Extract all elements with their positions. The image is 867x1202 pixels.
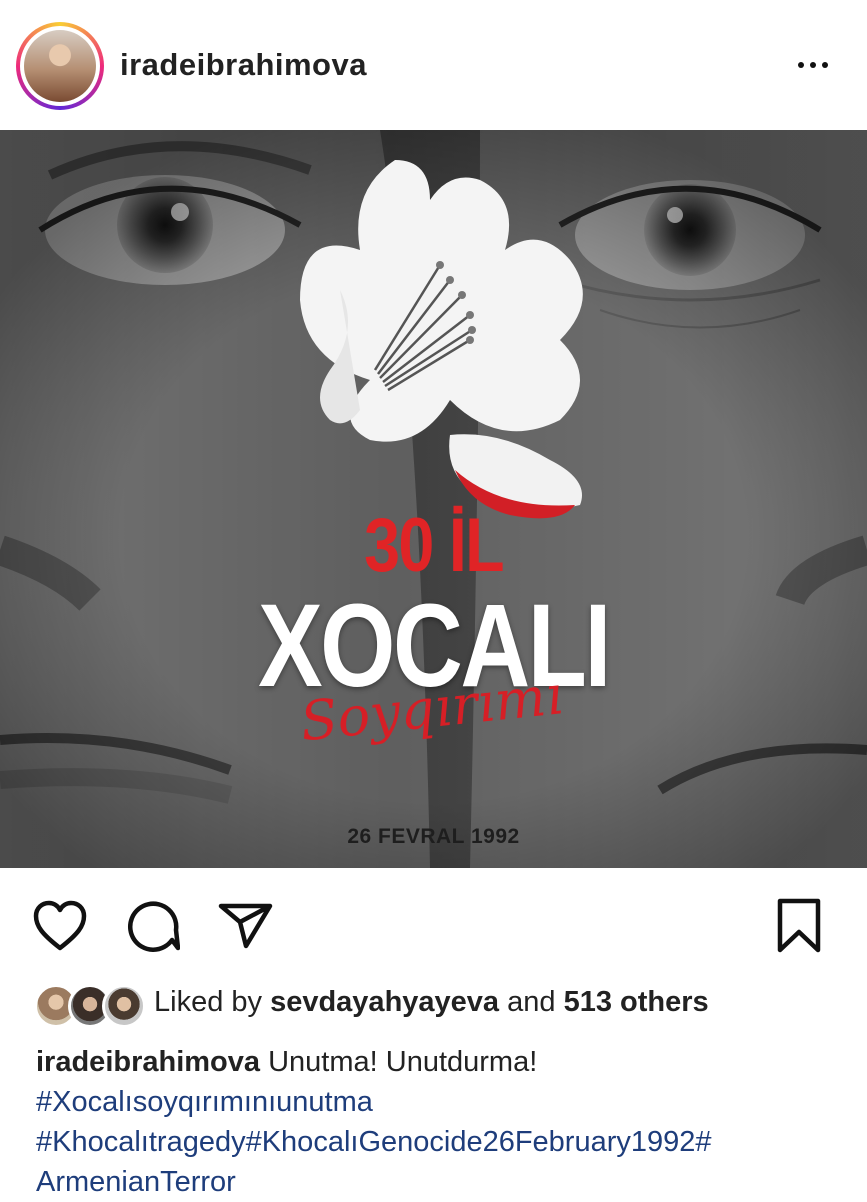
profile-avatar[interactable] <box>16 22 104 110</box>
post-caption: iradeibrahimova Unutma! Unutdurma! #Xoca… <box>36 1042 856 1202</box>
liker-avatar <box>102 984 146 1028</box>
hashtag-link[interactable]: #Khocalıtragedy#KhocalıGenocide26Februar… <box>36 1122 856 1162</box>
liker-username[interactable]: sevdayahyayeva <box>270 986 499 1018</box>
likes-text: Liked by sevdayahyayeva and 513 others <box>154 986 709 1018</box>
likes-count[interactable]: 513 others <box>564 986 709 1018</box>
headline-years: 30 İL <box>364 503 504 588</box>
post-header: iradeibrahimova <box>0 0 867 130</box>
caption-username[interactable]: iradeibrahimova <box>36 1046 260 1078</box>
more-horizontal-icon[interactable] <box>788 50 838 80</box>
likes-row[interactable]: Liked by sevdayahyayeva and 513 others <box>34 980 854 1028</box>
bookmark-icon[interactable] <box>776 898 822 954</box>
action-bar <box>0 868 867 978</box>
post-image[interactable]: 30 İL XOCALI Soyqırımı 26 FEVRAL 1992 <box>0 130 867 868</box>
caption-text: Unutma! Unutdurma! <box>268 1046 538 1078</box>
avatar-photo <box>24 30 96 102</box>
comment-icon[interactable] <box>126 900 180 952</box>
heart-icon[interactable] <box>32 900 88 952</box>
headline-date: 26 FEVRAL 1992 <box>347 825 520 848</box>
post-username[interactable]: iradeibrahimova <box>120 47 367 83</box>
send-icon[interactable] <box>218 902 274 950</box>
hashtag-link[interactable]: ArmenianTerror <box>36 1162 856 1202</box>
hashtag-link[interactable]: #Xocalısoyqırımınıunutma <box>36 1082 856 1122</box>
